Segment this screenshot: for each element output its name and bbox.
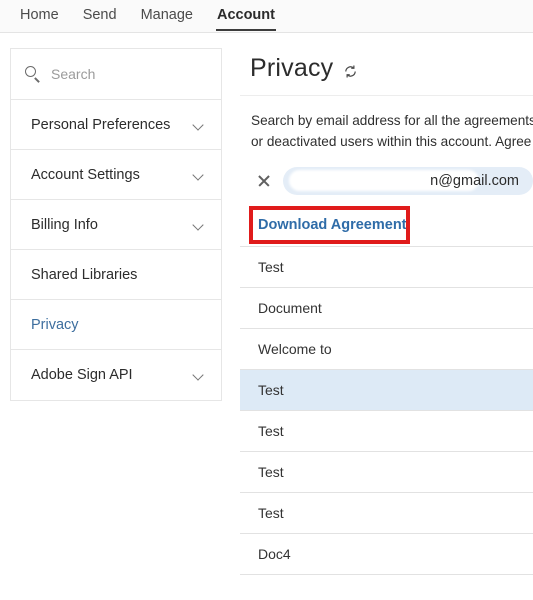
agreement-list: Test Document Welcome to Test Test Test Test Do… (240, 246, 533, 575)
sidebar-item-privacy[interactable]: Privacy (11, 300, 221, 350)
nav-item-account[interactable]: Account (205, 0, 287, 33)
main-content: Privacy Search by email address for all … (240, 40, 533, 600)
list-item[interactable]: Test (240, 452, 533, 493)
download-agreement-link[interactable]: Download Agreement (250, 208, 407, 242)
email-filter-row: n@gmail.com (240, 163, 533, 199)
list-item[interactable]: Document (240, 288, 533, 329)
nav-item-send[interactable]: Send (71, 0, 129, 33)
sidebar-search[interactable]: Search (11, 49, 221, 100)
refresh-icon[interactable] (343, 64, 358, 79)
list-item[interactable]: Test (240, 247, 533, 288)
email-chip[interactable]: n@gmail.com (283, 167, 533, 195)
nav-item-home[interactable]: Home (8, 0, 71, 33)
list-item[interactable]: Doc4 (240, 534, 533, 575)
privacy-description: Search by email address for all the agre… (240, 96, 533, 152)
sidebar-item-personal-preferences[interactable]: Personal Preferences (11, 100, 221, 150)
list-item[interactable]: Test (240, 370, 533, 411)
sidebar-item-label: Privacy (31, 316, 79, 333)
page-header: Privacy (240, 40, 533, 85)
sidebar-item-account-settings[interactable]: Account Settings (11, 150, 221, 200)
sidebar-item-shared-libraries[interactable]: Shared Libraries (11, 250, 221, 300)
chevron-down-icon[interactable] (193, 121, 205, 129)
sidebar-item-label: Account Settings (31, 166, 140, 183)
sidebar-item-billing-info[interactable]: Billing Info (11, 200, 221, 250)
list-item[interactable]: Welcome to (240, 329, 533, 370)
email-chip-label: n@gmail.com (430, 173, 519, 189)
privacy-description-line-2: or deactivated users within this account… (251, 134, 532, 149)
chevron-down-icon[interactable] (193, 371, 205, 379)
close-icon[interactable] (256, 173, 272, 189)
account-sidebar: Search Personal Preferences Account Setti… (10, 48, 222, 401)
search-icon (25, 65, 42, 83)
nav-item-manage[interactable]: Manage (129, 0, 205, 33)
search-input-placeholder[interactable]: Search (51, 66, 95, 82)
sidebar-item-label: Personal Preferences (31, 116, 171, 133)
download-agreement-area: Download Agreement (240, 206, 533, 244)
chevron-down-icon[interactable] (193, 171, 205, 179)
sidebar-item-label: Adobe Sign API (31, 367, 133, 383)
sidebar-item-adobe-sign-api[interactable]: Adobe Sign API (11, 350, 221, 400)
chevron-down-icon[interactable] (193, 221, 205, 229)
list-item[interactable]: Test (240, 493, 533, 534)
list-item[interactable]: Test (240, 411, 533, 452)
page-title: Privacy (250, 54, 334, 82)
top-navigation-bar: Home Send Manage Account (0, 0, 533, 33)
sidebar-item-label: Shared Libraries (31, 266, 138, 283)
privacy-description-line-1: Search by email address for all the agre… (251, 113, 533, 128)
sidebar-item-label: Billing Info (31, 216, 98, 233)
